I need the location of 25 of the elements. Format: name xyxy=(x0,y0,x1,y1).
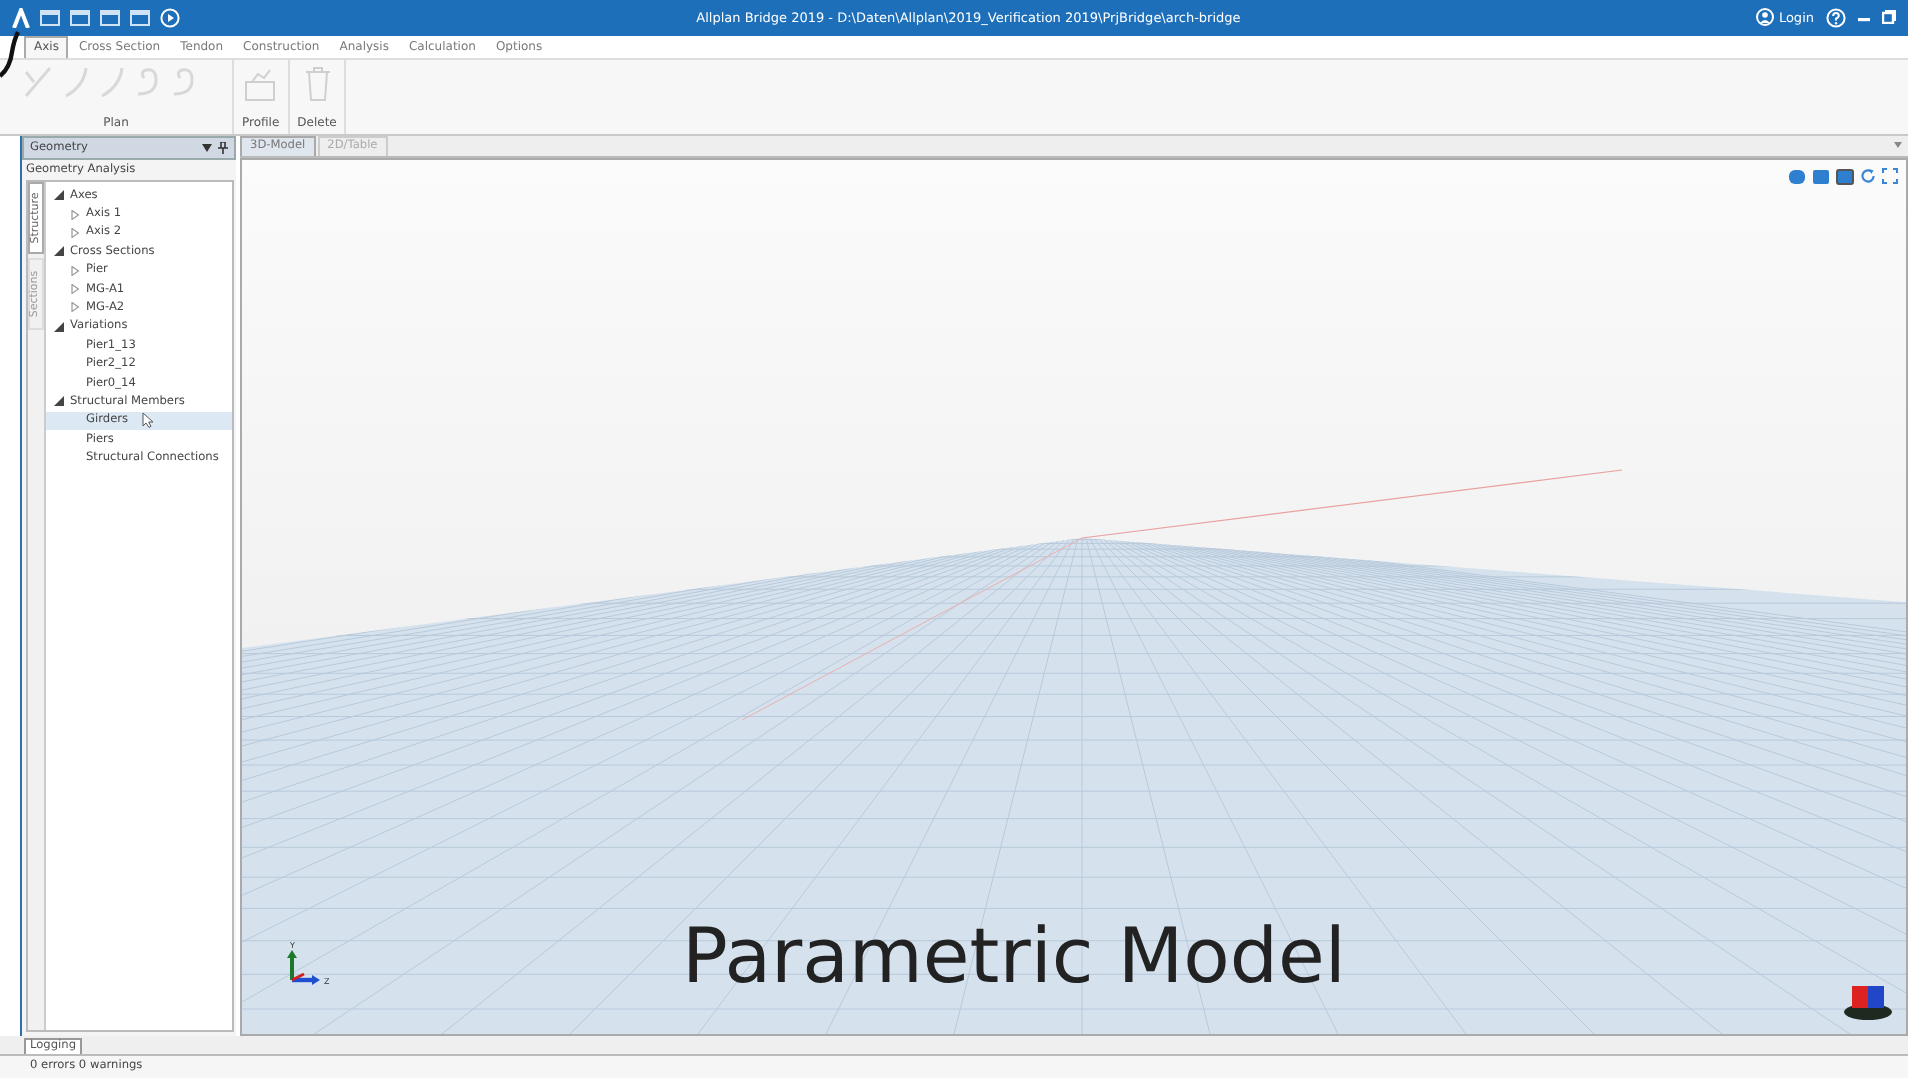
cursor-icon xyxy=(142,412,155,429)
expanded-arrow-icon[interactable] xyxy=(54,246,64,257)
pin-icon[interactable] xyxy=(218,141,228,154)
fullscreen-icon[interactable] xyxy=(1882,168,1898,185)
play-icon[interactable] xyxy=(160,7,180,28)
user-icon xyxy=(1756,8,1775,27)
help-icon[interactable] xyxy=(1826,7,1846,28)
collapsed-arrow-icon[interactable] xyxy=(70,302,80,313)
expanded-arrow-icon[interactable] xyxy=(54,396,64,407)
orientation-cube-icon[interactable] xyxy=(1844,986,1892,1021)
collapsed-arrow-icon[interactable] xyxy=(70,227,80,238)
window-icon[interactable] xyxy=(130,9,150,26)
dropdown-icon[interactable] xyxy=(202,143,212,152)
rotate-icon[interactable] xyxy=(1860,168,1876,185)
collapsed-arrow-icon[interactable] xyxy=(70,209,80,219)
restore-icon[interactable] xyxy=(1882,10,1896,25)
expanded-arrow-icon[interactable] xyxy=(54,190,64,201)
profile-icon xyxy=(242,65,279,102)
axis-triad-drawing xyxy=(287,949,320,985)
trash-icon xyxy=(303,65,332,102)
collapsed-arrow-icon[interactable] xyxy=(70,265,80,276)
collapsed-arrow-icon[interactable] xyxy=(70,284,80,295)
expanded-arrow-icon[interactable] xyxy=(54,321,64,332)
caption-text: Parametric Model xyxy=(682,911,1346,1000)
app-logo xyxy=(12,7,30,28)
